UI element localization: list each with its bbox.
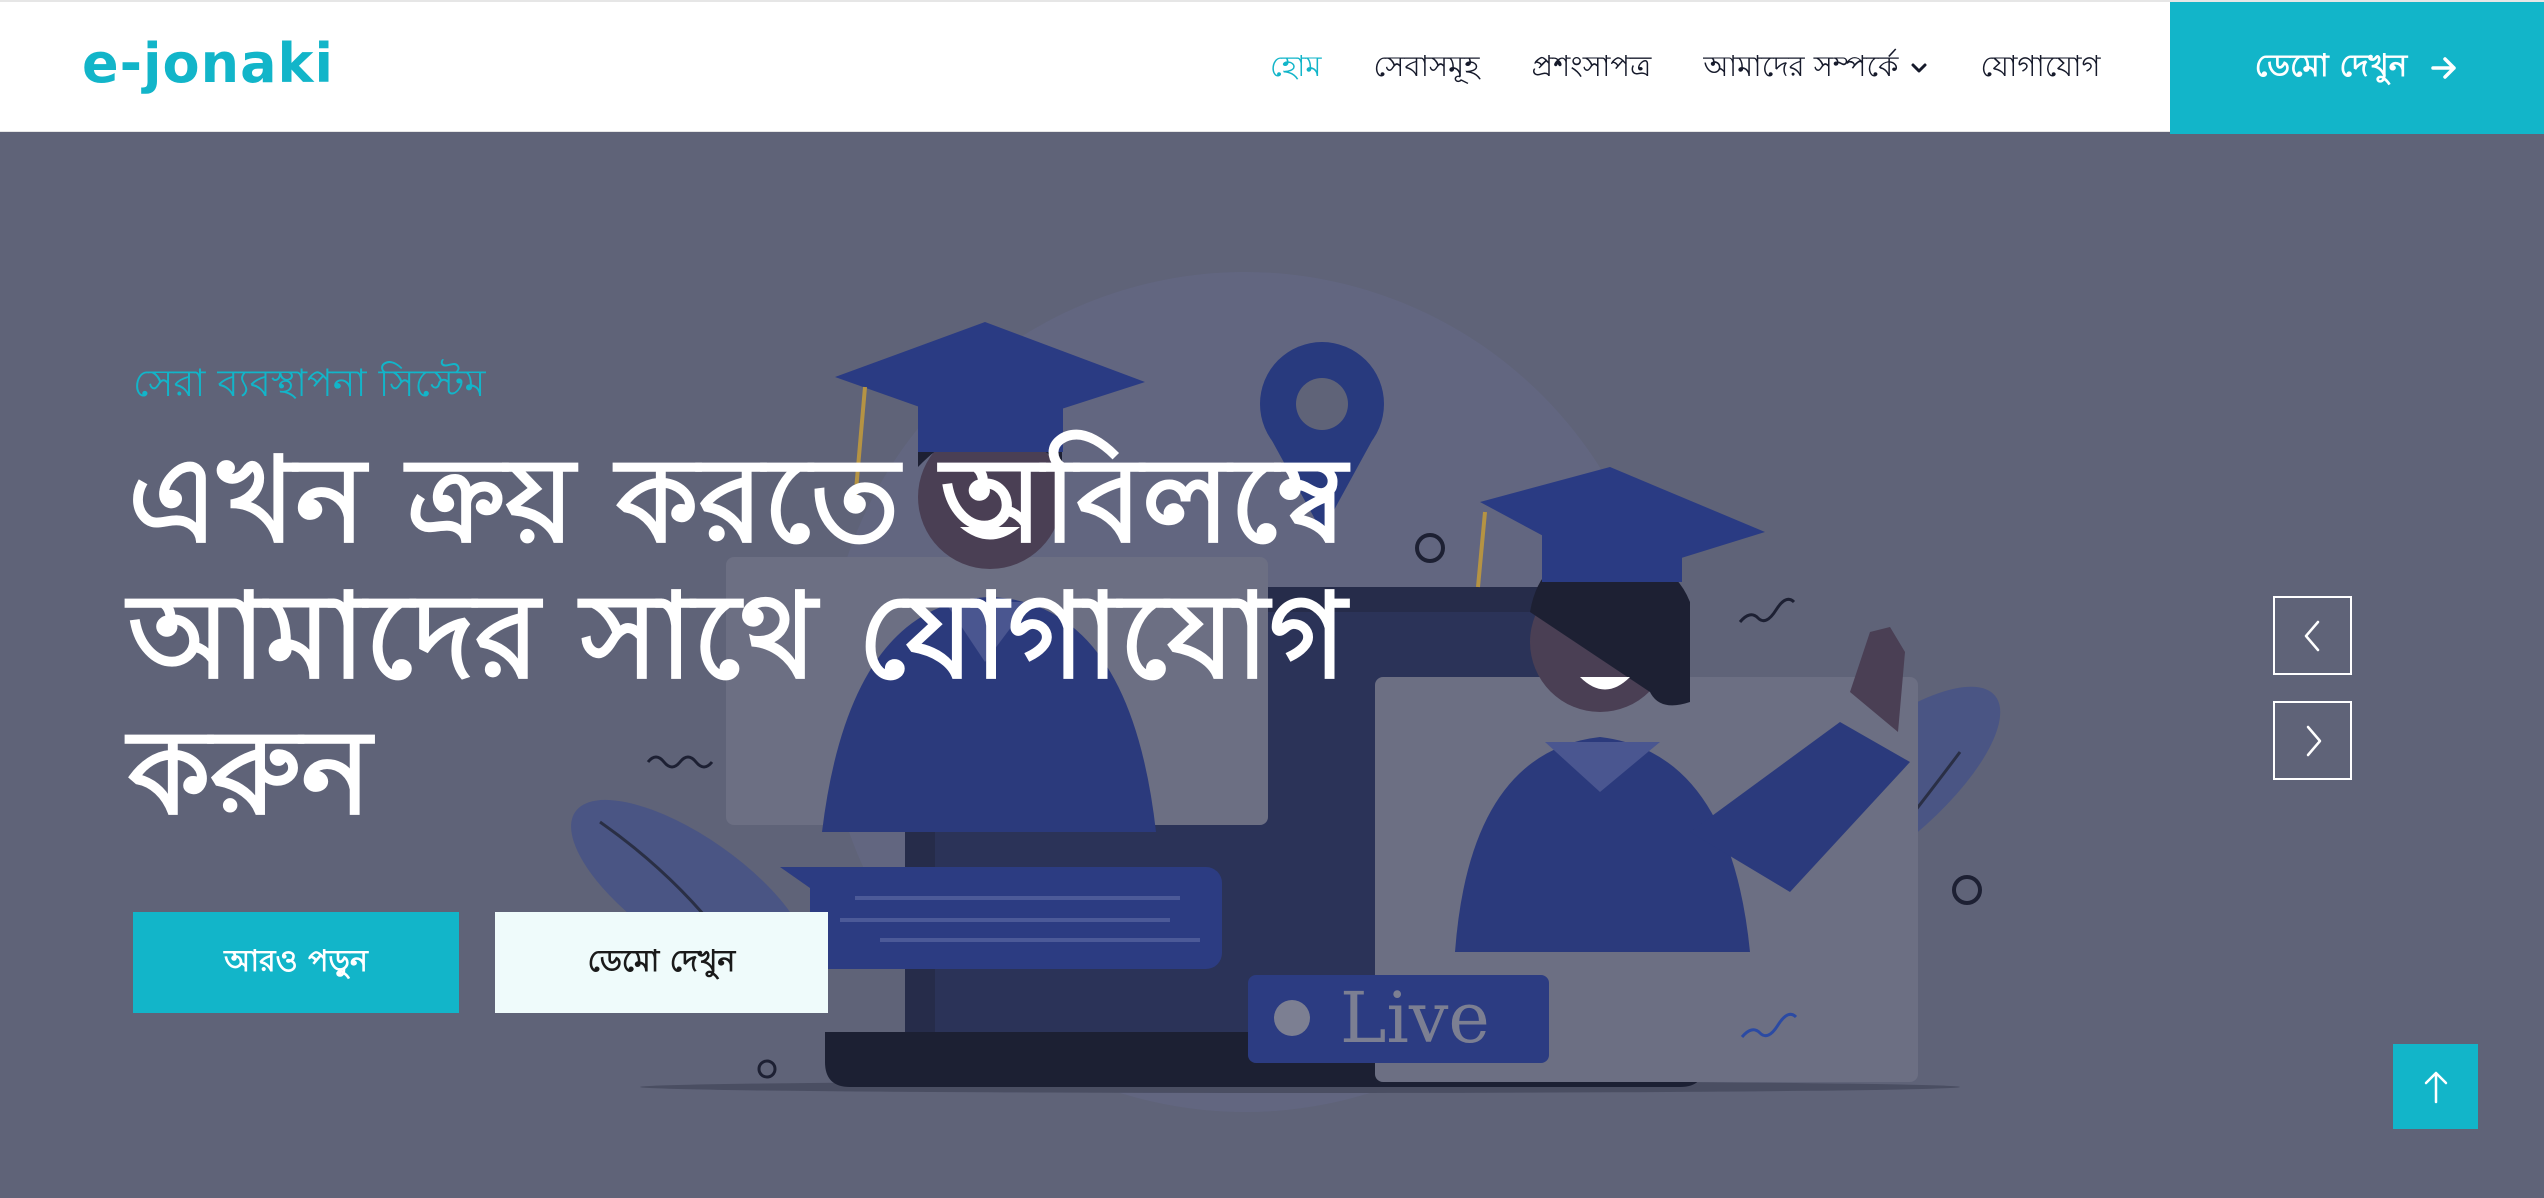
nav-item-testimonials[interactable]: প্রশংসাপত্র bbox=[1532, 44, 1652, 93]
nav-item-contact[interactable]: যোগাযোগ bbox=[1980, 44, 2100, 93]
site-header: e-jonaki হোম সেবাসমূহ প্রশংসাপত্র আমাদের… bbox=[0, 0, 2544, 134]
nav-item-about-label: আমাদের সম্পর্কে bbox=[1703, 48, 1899, 83]
nav-item-testimonials-label: প্রশংসাপত্র bbox=[1531, 48, 1652, 83]
arrow-up-icon bbox=[2424, 1071, 2447, 1103]
header-demo-button-label: ডেমো দেখুন bbox=[2254, 48, 2408, 84]
chevron-down-icon bbox=[1911, 63, 1927, 73]
hero-kicker: সেরা ব্যবস্থাপনা সিস্টেম bbox=[133, 361, 486, 405]
arrow-right-icon bbox=[2431, 57, 2457, 79]
hero-demo-button[interactable]: ডেমো দেখুন bbox=[495, 912, 828, 1013]
hero-headline: এখন ক্রয় করতে অবিলম্বে আমাদের সাথে যোগা… bbox=[128, 431, 1348, 841]
slider-prev-button[interactable] bbox=[2273, 596, 2352, 675]
live-badge-text: Live bbox=[1340, 977, 1490, 1059]
scroll-to-top-button[interactable] bbox=[2393, 1044, 2478, 1129]
read-more-button[interactable]: আরও পড়ুন bbox=[133, 912, 459, 1013]
header-demo-button[interactable]: ডেমো দেখুন bbox=[2170, 2, 2544, 134]
nav-item-services[interactable]: সেবাসমূহ bbox=[1374, 44, 1480, 93]
nav-item-contact-label: যোগাযোগ bbox=[1980, 48, 2101, 83]
chevron-right-icon bbox=[2306, 725, 2321, 756]
nav-item-services-label: সেবাসমূহ bbox=[1373, 48, 1480, 83]
chevron-left-icon bbox=[2304, 620, 2319, 651]
nav-item-home-label: হোম bbox=[1270, 48, 1322, 83]
logo[interactable]: e-jonaki bbox=[82, 32, 334, 95]
hero-section: Live সেরা ব্যবস্থাপনা সিস্টেম এখন ক্রয় … bbox=[0, 132, 2544, 1198]
slider-next-button[interactable] bbox=[2273, 701, 2352, 780]
nav-item-home[interactable]: হোম bbox=[1270, 44, 1322, 93]
main-nav: হোম সেবাসমূহ প্রশংসাপত্র আমাদের সম্পর্কে… bbox=[1270, 2, 2101, 134]
nav-item-about[interactable]: আমাদের সম্পর্কে bbox=[1703, 44, 1928, 93]
